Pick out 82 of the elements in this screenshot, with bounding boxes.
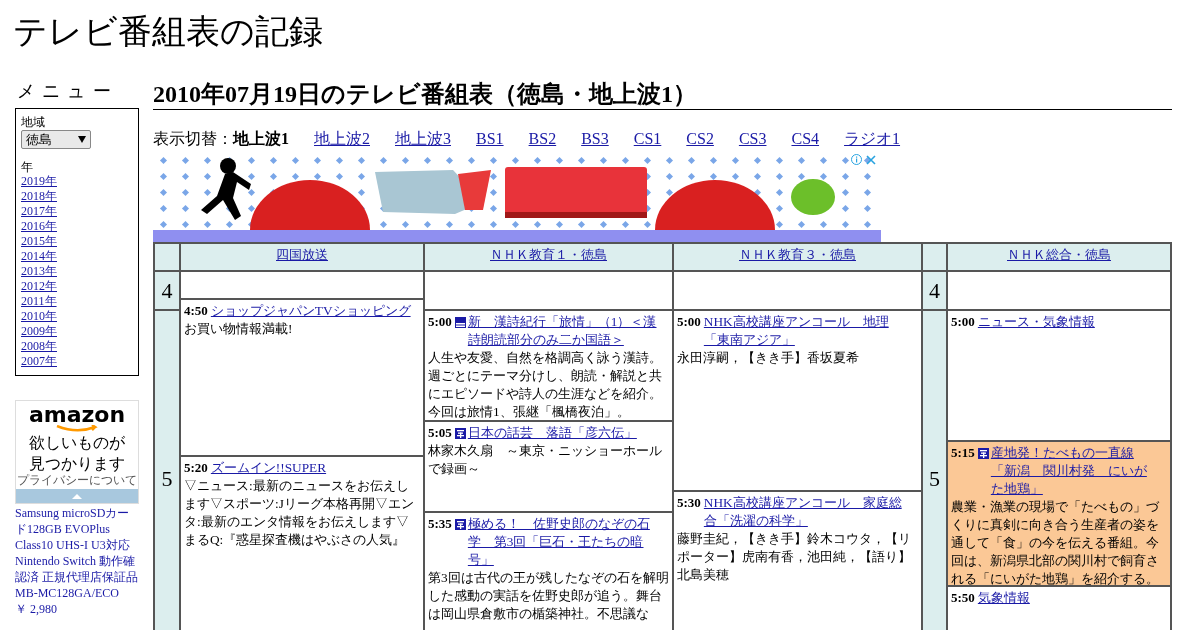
- program-time: 5:30: [677, 494, 701, 512]
- channel-tab[interactable]: BS1: [476, 129, 504, 149]
- program-title-link[interactable]: ショップジャパンTVショッピング: [210, 302, 411, 320]
- channel-tab[interactable]: 地上波1: [233, 129, 289, 149]
- hour-label: 5: [161, 467, 173, 491]
- smile-icon: [55, 425, 99, 432]
- year-link[interactable]: 2019年: [21, 174, 57, 189]
- program-title-link[interactable]: 日本の話芸 落語「彦六伝」: [467, 424, 637, 442]
- year-link[interactable]: 2009年: [21, 324, 57, 339]
- channel-link[interactable]: 四国放送: [276, 247, 328, 263]
- ad-toggle-bar[interactable]: [16, 489, 138, 503]
- caption-badge-icon: [454, 518, 466, 530]
- product-link[interactable]: Samsung microSDカード128GB EVOPlus Class10 UHS-I U3対応 Nintendo Switch 動作確認済 正規代理店保証品 MB-MC128GA/ECO: [15, 505, 139, 601]
- info-icon[interactable]: [851, 154, 862, 165]
- year-link[interactable]: 2011年: [21, 294, 57, 309]
- program-title-link[interactable]: NHK高校講座アンコール 地理「東南アジア」: [703, 313, 910, 349]
- channel-tab[interactable]: CS4: [791, 129, 820, 149]
- channel-tab[interactable]: CS2: [686, 129, 714, 149]
- product-price: ￥ 2,980: [15, 601, 58, 617]
- program-title-link[interactable]: 新 漢詩紀行「旅情」（1）＜漢詩朗読部分のみ二か国語＞: [467, 313, 661, 349]
- region-select[interactable]: 徳島: [21, 130, 91, 149]
- program-time: 4:50: [184, 302, 208, 320]
- program-time: 5:15: [951, 444, 975, 462]
- program-title-link[interactable]: NHK高校講座アンコール 家庭総合「洗濯の科学」: [703, 494, 910, 530]
- close-icon[interactable]: [866, 155, 876, 165]
- hour-label: 4: [929, 278, 940, 303]
- ad-tagline: 欲しいものが見つかります: [28, 432, 126, 474]
- year-link[interactable]: 2013年: [21, 264, 57, 279]
- header-cell: [923, 244, 946, 270]
- year-link[interactable]: 2016年: [21, 219, 57, 234]
- program-title-link[interactable]: ズームイン!!SUPER: [210, 459, 327, 477]
- dropdown-icon: [78, 136, 86, 143]
- program-time: 5:00: [677, 313, 701, 331]
- program-time: 5:00: [951, 313, 975, 331]
- program-title-link[interactable]: 産地発！たべもの一直線「新潟 関川村発 にいがた地鶏」: [990, 444, 1159, 498]
- year-link[interactable]: 2012年: [21, 279, 57, 294]
- caption-badge-icon: [454, 427, 466, 439]
- channel-tab[interactable]: BS2: [528, 129, 557, 149]
- header-cell: [155, 244, 179, 270]
- year-link[interactable]: 2010年: [21, 309, 57, 324]
- site-title: テレビ番組表の記録: [13, 10, 323, 53]
- program-description: 永田淳嗣，【きき手】香坂夏希: [677, 349, 860, 367]
- program-time: 5:35: [428, 515, 452, 533]
- region-label: 地域: [21, 115, 45, 129]
- channel-tab[interactable]: CS1: [633, 129, 662, 149]
- year-link[interactable]: 2015年: [21, 234, 57, 249]
- program-description: お買い物情報満載!: [184, 320, 294, 338]
- hour-label: 5: [929, 467, 940, 491]
- ad-card[interactable]: amazon 欲しいものが見つかります プライバシーについて: [15, 400, 139, 504]
- year-link[interactable]: 2008年: [21, 339, 57, 354]
- program-time: 5:05: [428, 424, 452, 442]
- program-title-link[interactable]: ニュース・気象情報: [977, 313, 1095, 331]
- year-link[interactable]: 2007年: [21, 354, 57, 369]
- program-title-link[interactable]: 極める！ 佐野史郎のなぞの石学 第3回「巨石・王たちの暗号」: [467, 515, 661, 569]
- menu-heading: メニュー: [17, 81, 118, 101]
- year-link[interactable]: 2018年: [21, 189, 57, 204]
- caption-badge-icon: [977, 447, 989, 459]
- page-heading: 2010年07月19日のテレビ番組表（徳島・地上波1）: [153, 80, 1172, 110]
- program-title-link[interactable]: 気象情報: [977, 589, 1030, 607]
- program-description: 林家木久扇 ～東京・ニッショーホールで録画～: [428, 442, 663, 478]
- program-time: 5:20: [184, 459, 208, 477]
- year-label: 年: [21, 160, 33, 174]
- program-description: 農業・漁業の現場で「たべもの」づくりに真剣に向き合う生産者の姿を通して「食」の今を伝える番組。今回は、新潟県北部の関川村で飼育される「にいがた地鶏」を紹介する。: [951, 498, 1160, 585]
- lines-badge-icon: [454, 316, 466, 328]
- channel-tab[interactable]: ラジオ1: [844, 129, 901, 149]
- program-description: 藤野圭紀，【きき手】鈴木コウタ，【リポーター】虎南有香，池田純，【語り】北島美穂: [677, 530, 912, 584]
- caret-up-icon: [72, 493, 82, 499]
- year-link[interactable]: 2017年: [21, 204, 57, 219]
- channel-tab[interactable]: BS3: [581, 129, 609, 149]
- program-description: ▽ニュース:最新のニュースをお伝えします▽スポーツ:Jリーグ本格再開▽エンタ:最新のエンタ情報をお伝えします▽まるQ:『惑星探査機はやぶさの人気』: [184, 477, 415, 549]
- privacy-link[interactable]: プライバシーについて: [17, 474, 137, 487]
- program-time: 5:50: [951, 589, 975, 607]
- channel-tab[interactable]: 地上波2: [314, 129, 370, 149]
- program-time: 5:00: [428, 313, 452, 331]
- channel-tab[interactable]: CS3: [738, 129, 767, 149]
- channel-tab[interactable]: 地上波3: [395, 129, 451, 149]
- switcher-label: 表示切替：: [153, 129, 233, 149]
- ad-logo: amazon: [28, 403, 126, 427]
- program-description: 人生や友愛、自然を格調高く詠う漢詩。週ごとにテーマ分けし、朗読・解説と共にエピソードや詩人の生涯などを紹介。今回は旅情1、張継「楓橋夜泊」。: [428, 349, 663, 420]
- program-description: 第3回は古代の王が残したなぞの石を解明した感動の実話を佐野史郎が追う。舞台は岡山県倉敷市の楯築神社。不思議な: [428, 569, 669, 623]
- year-link[interactable]: 2014年: [21, 249, 57, 264]
- hour-label: 4: [161, 278, 173, 303]
